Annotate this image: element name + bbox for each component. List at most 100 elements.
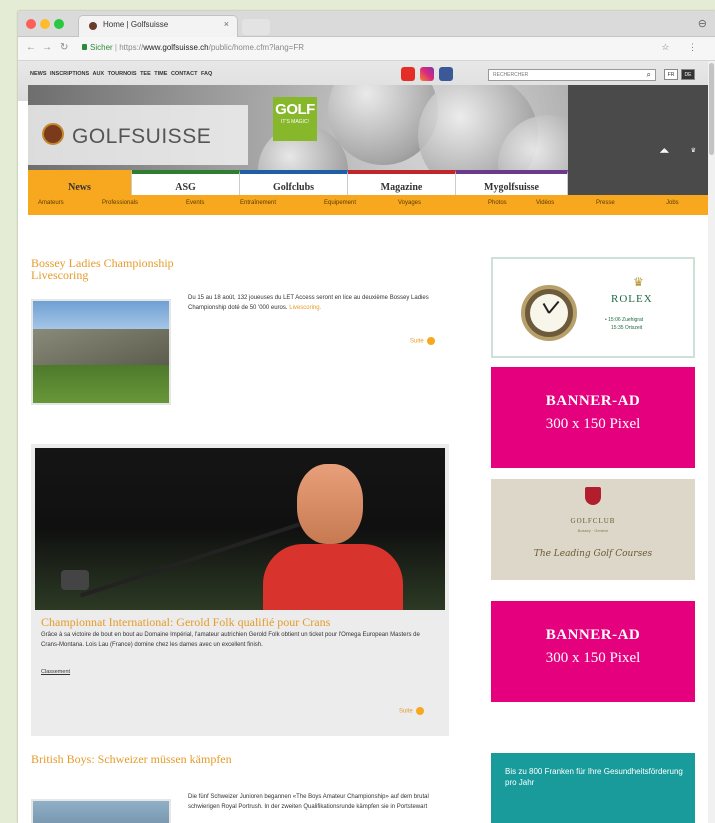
banner-ad[interactable]: BANNER-AD 300 x 150 Pixel [491, 601, 695, 702]
subnav-presse[interactable]: Presse [596, 200, 615, 206]
scrollbar-thumb[interactable] [709, 63, 714, 155]
golfclub-sub: Bossey · Genève [577, 528, 609, 533]
rolex-time-2: 15:35 Ortszeit [611, 325, 643, 331]
minimize-window-button[interactable] [40, 19, 50, 29]
subnav-voyages[interactable]: Voyages [398, 200, 421, 206]
feature-title[interactable]: Championnat International: Gerold Folk q… [41, 616, 443, 628]
website: NEWS INSCRIPTIONS AUX TOURNOIS TEE TIME … [18, 61, 715, 823]
rolex-ad[interactable]: ♛ ROLEX • 15:06 Zuehigrat 15:35 Ortszeit [491, 257, 695, 358]
forward-icon[interactable]: → [42, 42, 52, 53]
photo-mountain [33, 329, 169, 369]
primary-nav: News ASG Golfclubs Magazine Mygolfsuisse [28, 170, 568, 195]
article-text: Die fünf Schweizer Junioren begannen «Th… [188, 794, 429, 810]
close-window-button[interactable] [26, 19, 36, 29]
banner-title: BANNER-AD [545, 393, 641, 409]
banner-size: 300 x 150 Pixel [545, 650, 641, 666]
address-bar: ← → ↻ Sicher | https://www.golfsuisse.ch… [18, 37, 715, 61]
feature-text: Grâce à sa victoire de bout en bout au D… [41, 632, 420, 648]
logo-text[interactable]: GOLFSUISSE [72, 125, 211, 149]
rolex-logo-icon[interactable]: ♛ [691, 148, 696, 154]
subnav-entrainement[interactable]: Entraînement [240, 200, 276, 206]
health-ad[interactable]: Bis zu 800 Franken für Ihre Gesundheitsf… [491, 753, 695, 823]
banner-title: BANNER-AD [545, 627, 641, 643]
sponsor-panel [568, 85, 708, 195]
url-domain: www.golfsuisse.ch [143, 43, 209, 52]
sponsor-logos: ◢◣ ♛ [660, 147, 696, 154]
golfclub-script: The Leading Golf Courses [533, 549, 653, 559]
classement-link[interactable]: Classement [41, 669, 70, 675]
subnav-events[interactable]: Events [186, 200, 204, 206]
golfer-head [297, 464, 363, 544]
scrollbar[interactable] [708, 61, 715, 823]
rolex-brand: ROLEX [611, 293, 653, 305]
back-icon[interactable]: ← [26, 42, 36, 53]
youtube-icon[interactable] [401, 67, 415, 81]
club-head [61, 570, 89, 590]
arrow-circle-icon [426, 337, 435, 345]
clock-icon [521, 285, 577, 341]
rolex-time-1: • 15:06 Zuehigrat [605, 317, 644, 323]
subnav-amateurs[interactable]: Amateurs [38, 200, 64, 206]
secure-label: Sicher [90, 43, 113, 52]
golf-its-magic-badge[interactable]: GOLF IT'S MAGIC! [273, 97, 317, 141]
profile-icon[interactable]: ⊖ [698, 17, 707, 30]
tab-magazine[interactable]: Magazine [348, 170, 456, 195]
favicon-icon [89, 22, 97, 30]
tab-mygolfsuisse[interactable]: Mygolfsuisse [456, 170, 568, 195]
livescoring-link[interactable]: Livescoring. [289, 305, 321, 311]
facebook-icon[interactable] [439, 67, 453, 81]
feature-photo[interactable] [35, 448, 445, 610]
close-icon[interactable]: × [224, 19, 229, 29]
golfclub-title: GOLFCLUB [570, 517, 616, 525]
sub-nav: Amateurs Professionals Events Entraîneme… [28, 195, 708, 215]
tab-golfclubs[interactable]: Golfclubs [240, 170, 348, 195]
browser-tab[interactable]: Home | Golfsuisse × [78, 15, 238, 37]
tab-asg[interactable]: ASG [132, 170, 240, 195]
banner-ad[interactable]: BANNER-AD 300 x 150 Pixel [491, 367, 695, 468]
url-path: /public/home.cfm?lang=FR [208, 43, 304, 52]
golfer-shirt [263, 544, 403, 610]
subnav-professionals[interactable]: Professionals [102, 200, 138, 206]
zoom-window-button[interactable] [54, 19, 64, 29]
article-text: Du 15 au 18 août, 132 joueuses du LET Ac… [188, 294, 440, 313]
search-input[interactable]: RECHERCHER ⌕ [488, 69, 656, 81]
golfclub-ad[interactable]: GOLFCLUB Bossey · Genève The Leading Gol… [491, 479, 695, 580]
article-photo[interactable] [31, 799, 171, 823]
lang-fr-button[interactable]: FR [664, 69, 678, 80]
subnav-videos[interactable]: Vidéos [536, 200, 554, 206]
reload-icon[interactable]: ↻ [60, 42, 68, 53]
feature-article: Championnat International: Gerold Folk q… [31, 444, 449, 736]
url-field[interactable]: Sicher | https://www.golfsuisse.ch/publi… [90, 43, 304, 52]
golf-badge-tagline: IT'S MAGIC! [281, 119, 309, 125]
jaguar-logo-icon[interactable]: ◢◣ [660, 148, 669, 154]
subnav-jobs[interactable]: Jobs [666, 200, 679, 206]
subnav-equipement[interactable]: Equipement [324, 200, 356, 206]
instagram-icon[interactable] [420, 67, 434, 81]
search-placeholder: RECHERCHER [493, 72, 529, 78]
crown-icon: ♛ [633, 275, 644, 289]
golfsuisse-logo-icon[interactable] [42, 123, 64, 145]
shield-icon [585, 487, 601, 505]
lang-de-button[interactable]: DE [681, 69, 695, 80]
suite-label: Suite [399, 708, 413, 715]
suite-label: Suite [410, 338, 424, 345]
top-links[interactable]: NEWS INSCRIPTIONS AUX TOURNOIS TEE TIME … [30, 71, 212, 77]
tab-bar: Home | Golfsuisse × ⊖ [18, 11, 715, 37]
bookmark-star-icon[interactable]: ☆ ⋮ [661, 42, 705, 53]
article-title[interactable]: Bossey Ladies Championship Livescoring [31, 257, 231, 281]
banner-size: 300 x 150 Pixel [545, 416, 641, 432]
url-scheme: https:// [119, 43, 144, 52]
photo-fairway [33, 365, 169, 403]
article-title[interactable]: British Boys: Schweizer müssen kämpfen [31, 753, 241, 765]
golf-badge-word: GOLF [275, 101, 315, 118]
browser-window: Home | Golfsuisse × ⊖ ← → ↻ Sicher | htt… [18, 11, 715, 823]
suite-link[interactable]: Suite [410, 337, 435, 345]
feature-suite-link[interactable]: Suite [399, 707, 424, 715]
search-icon[interactable]: ⌕ [647, 70, 651, 80]
subnav-photos[interactable]: Photos [488, 200, 507, 206]
article-photo[interactable] [31, 299, 171, 405]
tab-news[interactable]: News [28, 170, 132, 195]
new-tab-button[interactable] [242, 19, 270, 35]
lock-icon [82, 44, 87, 50]
minute-hand [548, 300, 560, 314]
